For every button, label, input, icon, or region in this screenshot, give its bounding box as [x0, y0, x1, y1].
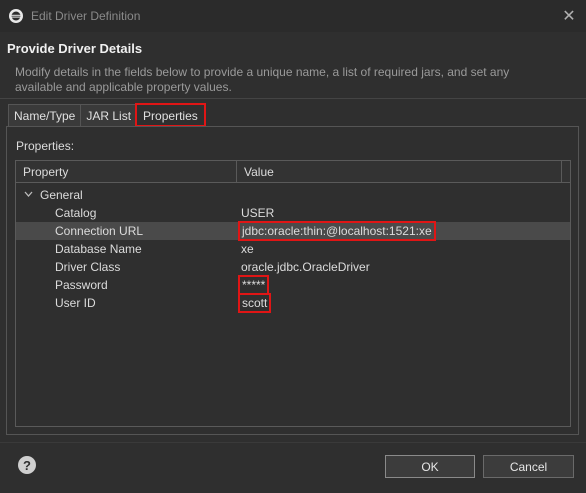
tab-bar: Name/Type JAR List Properties	[8, 103, 206, 127]
column-header-property[interactable]: Property	[16, 161, 237, 183]
header-title: Provide Driver Details	[7, 41, 143, 56]
property-value[interactable]: USER	[241, 206, 274, 220]
property-value[interactable]: scott	[237, 293, 272, 313]
cancel-button[interactable]: Cancel	[483, 455, 574, 478]
property-name: Driver Class	[55, 260, 121, 274]
ok-button[interactable]: OK	[385, 455, 475, 478]
property-value[interactable]: xe	[241, 242, 254, 256]
property-name: User ID	[55, 296, 96, 310]
properties-table: Property Value General Catalog USER Conn…	[15, 160, 571, 427]
property-value[interactable]: jdbc:oracle:thin:@localhost:1521:xe	[238, 221, 436, 241]
properties-label: Properties:	[16, 139, 75, 153]
property-name: Password	[55, 278, 108, 292]
window-title: Edit Driver Definition	[31, 9, 141, 23]
table-row[interactable]: Database Name xe	[16, 240, 570, 258]
tab-name-type[interactable]: Name/Type	[8, 104, 82, 126]
column-header-value[interactable]: Value	[237, 161, 562, 183]
properties-panel: Properties: Property Value General Catal…	[6, 126, 579, 435]
tree-group-general[interactable]: General	[16, 186, 570, 204]
eclipse-icon	[8, 8, 24, 24]
property-name: Database Name	[55, 242, 142, 256]
chevron-down-icon[interactable]	[24, 190, 36, 200]
table-row[interactable]: Driver Class oracle.jdbc.OracleDriver	[16, 258, 570, 276]
title-bar: Edit Driver Definition ✕	[0, 0, 586, 32]
property-value[interactable]: oracle.jdbc.OracleDriver	[241, 260, 370, 274]
table-row[interactable]: Connection URL jdbc:oracle:thin:@localho…	[16, 221, 570, 241]
property-name: Catalog	[55, 206, 97, 220]
header-description: Modify details in the fields below to pr…	[15, 65, 510, 94]
group-label: General	[40, 188, 83, 202]
tab-jar-list[interactable]: JAR List	[80, 104, 138, 126]
close-icon[interactable]: ✕	[560, 7, 578, 25]
table-row[interactable]: User ID scott	[16, 293, 570, 313]
help-icon[interactable]: ?	[18, 456, 36, 474]
header-divider	[0, 98, 586, 99]
property-name: Connection URL	[55, 224, 144, 238]
table-row[interactable]: Password *****	[16, 275, 570, 295]
table-row[interactable]: Catalog USER	[16, 204, 570, 222]
wizard-header: Provide Driver Details Modify details in…	[0, 32, 586, 98]
table-header: Property Value	[16, 161, 570, 183]
property-value[interactable]: *****	[237, 275, 270, 295]
tab-properties[interactable]: Properties	[135, 103, 206, 127]
footer-divider	[0, 442, 586, 443]
